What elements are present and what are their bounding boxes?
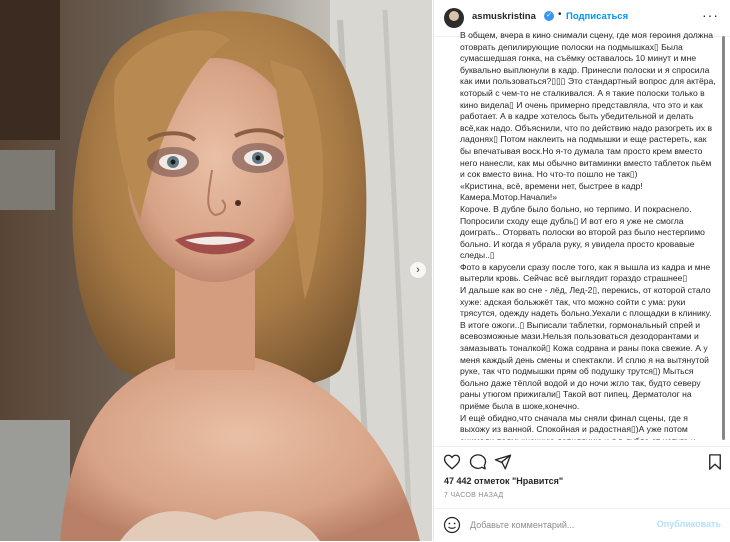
caption-paragraph: Фото в карусели сразу после того, как я … [460,261,713,284]
caption-paragraph: «Кристина, всё, времени нет, быстрее в к… [460,180,643,191]
share-icon[interactable] [494,453,512,471]
heart-icon[interactable] [443,453,461,471]
action-bar [434,446,730,477]
separator-dot: • [558,9,562,20]
post-sidebar: asmuskristina ✓ • Подписаться ··· В обще… [433,0,730,541]
caption-scrollbar-thumb[interactable] [722,36,725,440]
post-photo: › [0,0,432,541]
carousel-next-button[interactable]: › [410,262,426,278]
username-link[interactable]: asmuskristina [472,11,536,22]
publish-button[interactable]: Опубликовать [657,519,721,529]
follow-button[interactable]: Подписаться [566,11,628,22]
likes-count[interactable]: 47 442 отметок "Нравится" [444,476,563,486]
caption-paragraph: И ещё обидно,что сначала мы сняли финал … [460,412,695,440]
caption-paragraph: Короче. В дубле было больно, но терпимо.… [460,203,708,261]
post-timestamp[interactable]: 7 ЧАСОВ НАЗАД [444,492,503,499]
caption-paragraph: Камера.Мотор.Начали!» [460,192,558,203]
bookmark-icon[interactable] [706,453,724,471]
avatar[interactable] [444,8,464,28]
caption-paragraph: И дальше как во сне - лёд, Лед-2▯, перек… [460,285,714,411]
comment-bar: Опубликовать [434,508,730,542]
caption-paragraph: В общем, вчера в кино снимали сцену, где… [460,30,716,180]
verified-badge-icon: ✓ [544,11,554,21]
emoji-icon[interactable] [443,516,461,534]
comment-input[interactable] [470,517,650,533]
post-image [0,0,432,541]
caption: В общем, вчера в кино снимали сцену, где… [444,30,716,440]
more-options-icon[interactable]: ··· [702,7,719,23]
comment-icon[interactable] [469,453,487,471]
chevron-right-icon: › [416,264,420,276]
